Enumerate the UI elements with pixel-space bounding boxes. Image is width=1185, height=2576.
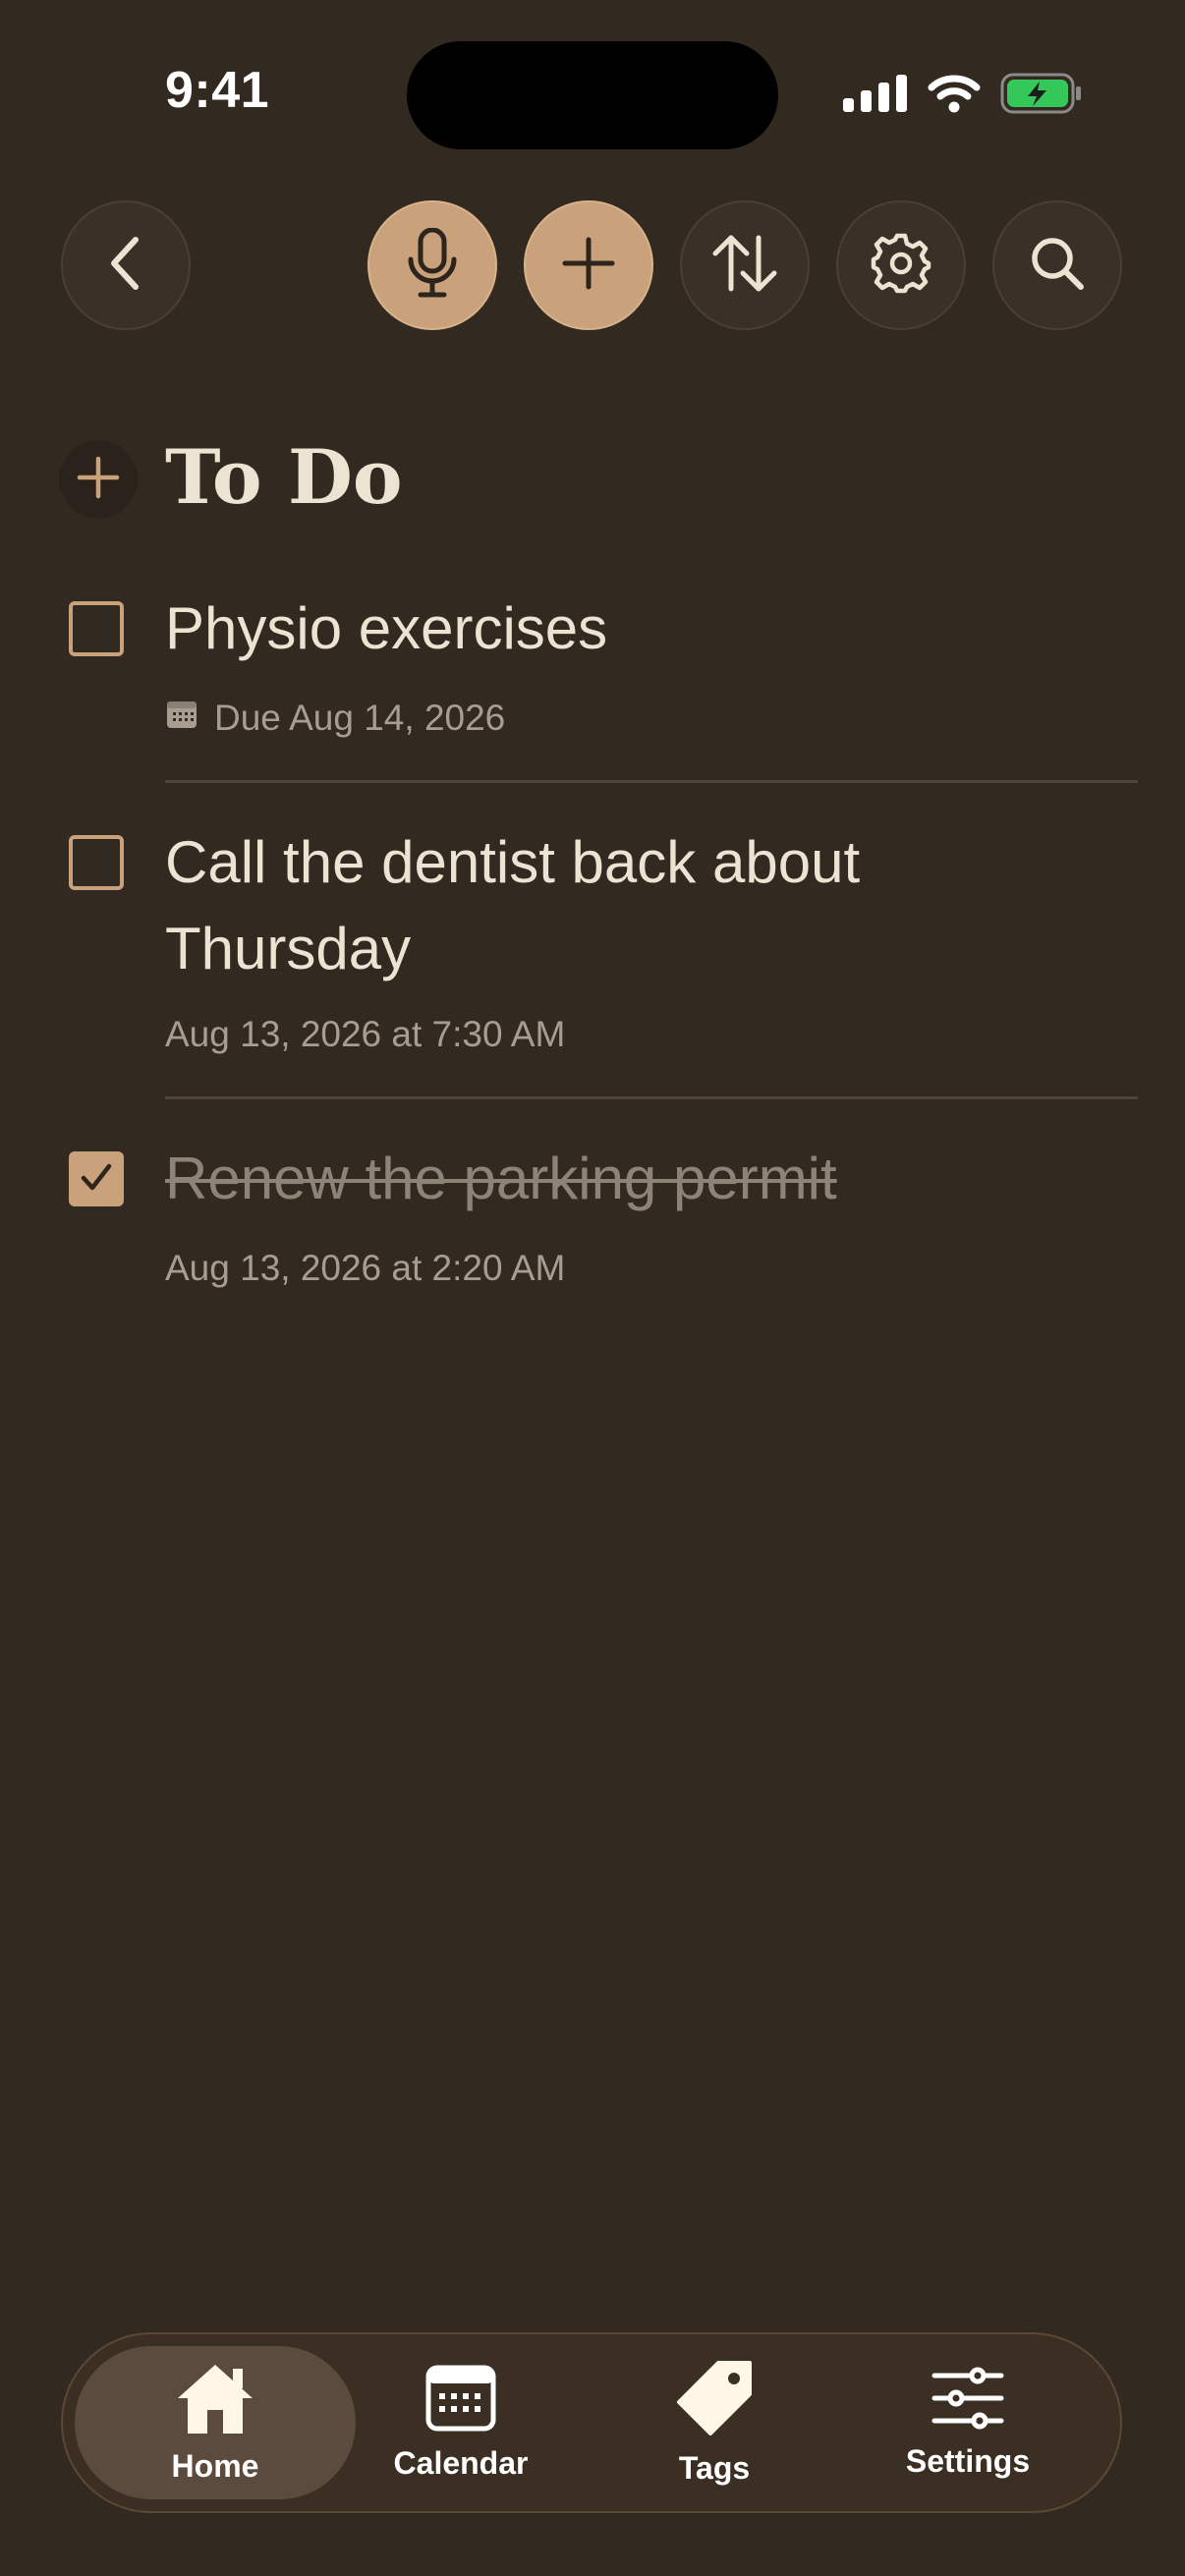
tab-bar: Home Calendar Tags Settings (61, 2332, 1122, 2513)
add-task-button[interactable] (524, 200, 653, 330)
task-title: Physio exercises (165, 595, 608, 661)
task-date: Aug 13, 2026 at 7:30 AM (165, 1014, 565, 1055)
plus-icon (561, 236, 616, 296)
back-button[interactable] (61, 200, 191, 330)
checkmark-icon (79, 1161, 114, 1198)
divider (165, 1096, 1138, 1099)
battery-icon (1000, 73, 1083, 119)
voice-input-button[interactable] (367, 200, 497, 330)
task-due-date: Due Aug 14, 2026 (165, 698, 505, 739)
gear-icon (870, 232, 932, 300)
task-meta-text: Aug 13, 2026 at 2:20 AM (165, 1248, 566, 1288)
task-checkbox[interactable] (69, 601, 124, 656)
divider (165, 780, 1138, 783)
cellular-signal-icon (843, 75, 908, 117)
tab-label: Tags (678, 2450, 751, 2486)
sort-button[interactable] (680, 200, 810, 330)
calendar-small-icon (165, 698, 198, 739)
home-icon (174, 2361, 256, 2440)
tab-home[interactable]: Home (75, 2346, 356, 2499)
tag-icon (675, 2359, 754, 2442)
task-checkbox[interactable] (69, 835, 124, 890)
section-add-button[interactable] (59, 440, 138, 519)
tab-tags[interactable]: Tags (574, 2346, 855, 2499)
task-checkbox-checked[interactable] (69, 1151, 124, 1206)
task-title: Call the dentist back about Thursday (165, 829, 861, 981)
tab-calendar[interactable]: Calendar (320, 2346, 601, 2499)
settings-button[interactable] (836, 200, 966, 330)
task-title: Renew the parking permit (165, 1146, 837, 1211)
tab-label: Home (171, 2448, 259, 2484)
status-time: 9:41 (165, 62, 270, 119)
task-date: Aug 13, 2026 at 2:20 AM (165, 1248, 565, 1289)
calendar-icon (425, 2364, 496, 2437)
status-icons (843, 73, 1083, 119)
sort-arrows-icon (709, 232, 780, 300)
sliders-icon (931, 2366, 1005, 2436)
search-icon (1028, 234, 1087, 298)
tab-label: Settings (905, 2443, 1031, 2479)
task-meta-text: Due Aug 14, 2026 (214, 698, 506, 738)
plus-icon (77, 456, 120, 504)
tab-settings[interactable]: Settings (827, 2346, 1108, 2499)
section-title: To Do (165, 433, 403, 521)
task-meta-text: Aug 13, 2026 at 7:30 AM (165, 1014, 566, 1054)
microphone-icon (405, 227, 460, 304)
dynamic-island (407, 41, 778, 149)
wifi-icon (928, 74, 981, 118)
search-button[interactable] (992, 200, 1122, 330)
tab-label: Calendar (393, 2445, 529, 2481)
chevron-left-icon (106, 234, 145, 298)
